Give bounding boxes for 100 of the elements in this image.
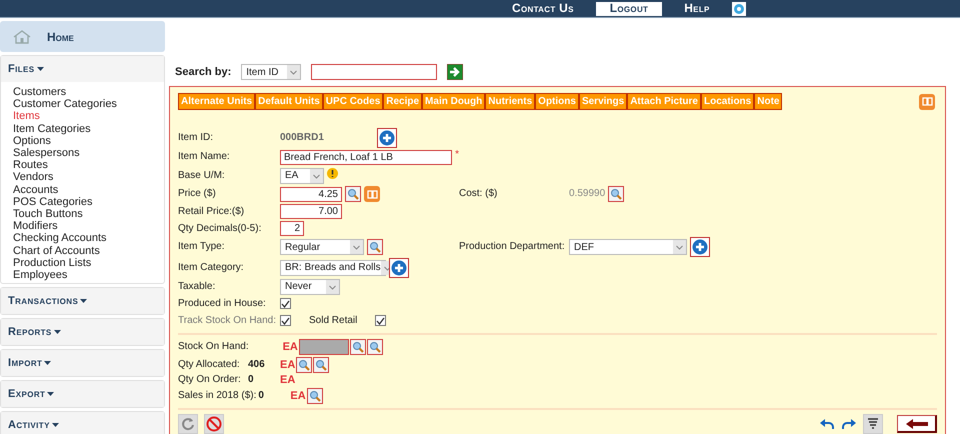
field-label: Sales in 2018 ($):: [178, 390, 258, 402]
search-button[interactable]: [296, 356, 312, 372]
field-label: Qty Allocated:: [178, 358, 241, 370]
house-icon: [13, 30, 31, 44]
select-field[interactable]: BR: Breads and Rolls: [280, 260, 386, 276]
sidebar-item[interactable]: Touch Buttons: [13, 208, 164, 220]
section-title: Import: [8, 357, 42, 370]
nav-link[interactable]: Logout: [596, 2, 662, 16]
section-title: Activity: [8, 419, 50, 432]
nav-link[interactable]: Help: [670, 2, 724, 16]
go-button[interactable]: [447, 64, 464, 80]
filter-icon: [867, 417, 879, 431]
prohibited-icon: [206, 416, 222, 432]
redo-icon[interactable]: [841, 418, 857, 430]
search-icon: [369, 241, 381, 253]
section-header[interactable]: Reports: [1, 319, 164, 346]
undo-icon[interactable]: [819, 418, 835, 430]
field-label: Item Name:: [178, 151, 231, 163]
sidebar-item[interactable]: Chart of Accounts: [13, 244, 164, 257]
filter-button[interactable]: [863, 414, 883, 434]
input-field[interactable]: 2: [280, 221, 304, 236]
section-header[interactable]: Transactions: [1, 288, 164, 314]
plus-icon: [692, 239, 708, 255]
search-icon: [347, 188, 359, 200]
sidebar-item[interactable]: POS Categories: [13, 196, 164, 208]
field-label: Stock On Hand:: [178, 341, 250, 353]
sidebar-item[interactable]: Salespersons: [13, 147, 164, 160]
field-label: Base U/M:: [178, 170, 226, 182]
section-title: Reports: [8, 326, 52, 338]
field-label: Cost: ($): [459, 188, 498, 200]
search-icon: [298, 358, 310, 370]
refresh-button[interactable]: [178, 414, 198, 434]
field-label: Sold Retail: [309, 314, 358, 326]
book-button[interactable]: [364, 186, 380, 202]
field-label: Production Department:: [459, 241, 566, 253]
search-button[interactable]: [350, 339, 366, 355]
sidebar-item[interactable]: Item Categories: [13, 122, 164, 135]
refresh-icon: [181, 417, 195, 431]
search-icon: [610, 188, 622, 200]
required-marker: *: [455, 150, 459, 160]
sidebar-item[interactable]: Accounts: [13, 184, 164, 196]
home-link[interactable]: Home: [0, 21, 165, 52]
sidebar-item[interactable]: Options: [13, 134, 164, 148]
field-label: Produced in House:: [178, 298, 267, 310]
left-arrow-icon: [906, 418, 928, 428]
book-button[interactable]: [919, 94, 935, 110]
cancel-button[interactable]: [204, 414, 224, 434]
sidebar-item[interactable]: Customers: [13, 86, 164, 98]
search-button[interactable]: [367, 239, 383, 255]
search-type-select[interactable]: Item ID: [241, 64, 302, 80]
section-header[interactable]: Files: [1, 56, 164, 82]
sidebar-item[interactable]: Customer Categories: [13, 98, 164, 110]
input-field[interactable]: Bread French, Loaf 1 LB: [280, 150, 452, 164]
unit-label: EA: [280, 358, 296, 370]
section-header[interactable]: Import: [1, 350, 164, 376]
field-value: 0: [258, 390, 264, 400]
select-field[interactable]: DEF: [569, 239, 687, 255]
sidebar-item[interactable]: Modifiers: [13, 220, 164, 232]
sidebar-item[interactable]: Production Lists: [13, 256, 164, 270]
field-label: Item ID:: [178, 132, 214, 144]
field-value: 0: [248, 374, 254, 385]
field-label: Price ($): [178, 188, 217, 200]
section-title: Transactions: [8, 295, 78, 308]
field-value: 0.59990: [569, 188, 606, 200]
select-field[interactable]: Never: [280, 278, 340, 294]
search-button[interactable]: [366, 339, 383, 355]
search-button[interactable]: [313, 356, 330, 372]
book-icon: [922, 97, 932, 106]
add-button[interactable]: [377, 128, 397, 148]
sidebar-item[interactable]: Employees: [13, 269, 164, 282]
field-value: 406: [248, 358, 265, 370]
field-label: Retail Price:($): [178, 206, 246, 218]
input-field[interactable]: 4.25: [280, 186, 342, 202]
field-label: Qty On Order:: [178, 374, 242, 386]
unit-label: EA: [282, 341, 298, 353]
field-label: Taxable:: [178, 280, 216, 292]
select-field[interactable]: Regular: [280, 239, 364, 255]
section-header[interactable]: Activity: [1, 412, 164, 434]
select-field[interactable]: EA: [280, 168, 324, 184]
check-icon: [376, 316, 386, 324]
book-icon: [366, 190, 378, 198]
search-icon: [315, 358, 328, 370]
sidebar-item[interactable]: Routes: [13, 159, 164, 172]
field-value: 000BRD1: [280, 132, 325, 144]
sidebar-item[interactable]: Items: [13, 110, 164, 123]
add-button[interactable]: [389, 258, 409, 278]
add-button[interactable]: [690, 237, 710, 257]
section-header[interactable]: Export: [1, 381, 164, 408]
sidebar-item[interactable]: Vendors: [13, 171, 164, 184]
search-button[interactable]: [306, 388, 323, 404]
search-button[interactable]: [345, 186, 361, 202]
sidebar-item[interactable]: Checking Accounts: [13, 232, 164, 245]
section-title: Files: [8, 63, 35, 75]
nav-link[interactable]: Contact Us: [498, 2, 588, 16]
search-button[interactable]: [608, 186, 624, 202]
back-button[interactable]: [897, 415, 937, 433]
input-field[interactable]: 7.00: [280, 204, 342, 219]
search-field[interactable]: [311, 64, 438, 80]
checkbox[interactable]: [280, 298, 291, 309]
gear-icon[interactable]: [732, 2, 746, 16]
